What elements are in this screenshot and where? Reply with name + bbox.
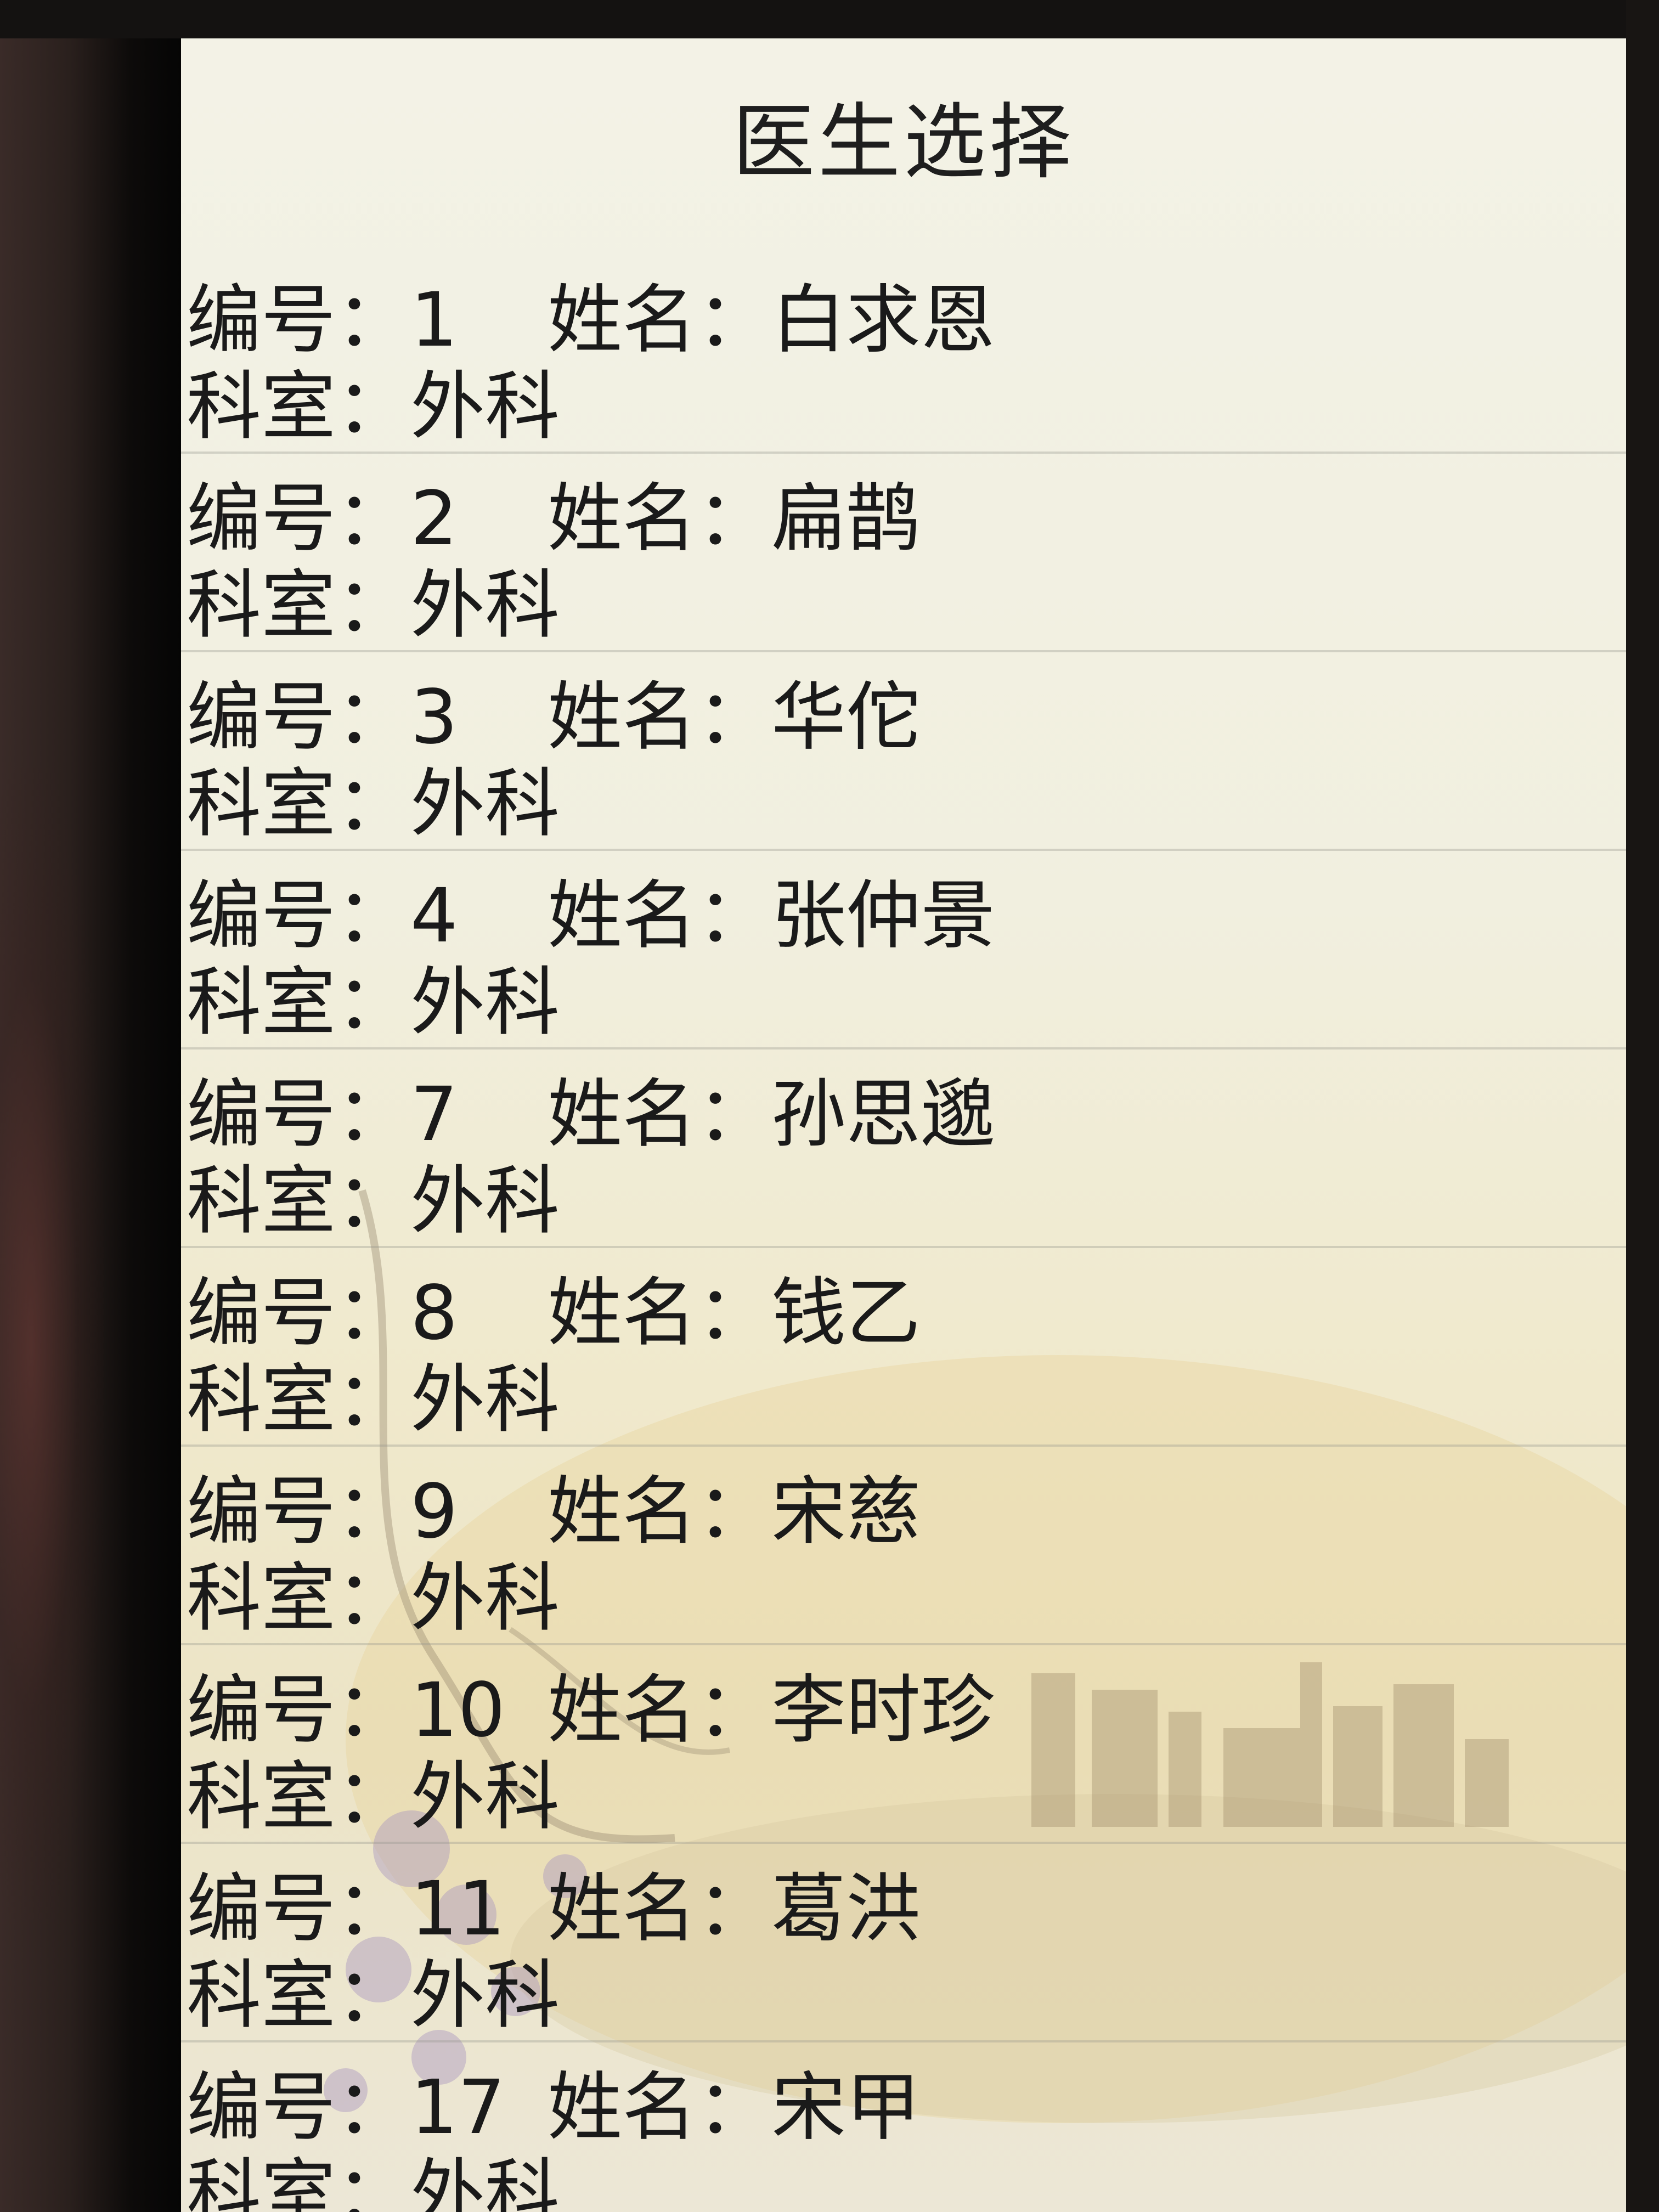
department-label: 科室： [187, 1555, 410, 1642]
doctor-name: 宋甲 [771, 2064, 921, 2151]
doctor-list: 编号：1 姓名：白求恩 科室：外科 编号：2 姓名：扁鹊 科室：外科 编号：3 姓名：… [181, 255, 1626, 2212]
doctor-department: 外科 [410, 562, 560, 649]
id-label: 编号： [187, 1667, 410, 1754]
id-label: 编号： [187, 277, 410, 364]
doctor-department-line: 科室：外科 [187, 1555, 1626, 1642]
doctor-id-name-line: 编号：9 姓名：宋慈 [187, 1469, 1626, 1555]
department-label: 科室： [187, 364, 410, 450]
doctor-id-name-line: 编号：10 姓名：李时珍 [187, 1667, 1626, 1754]
doctor-id-name-line: 编号：3 姓名：华佗 [187, 674, 1626, 761]
department-label: 科室： [187, 1754, 410, 1841]
id-label: 编号： [187, 476, 410, 562]
doctor-id: 2 [410, 476, 458, 562]
doctor-id-name-line: 编号：17 姓名：宋甲 [187, 2064, 1626, 2151]
doctor-list-item[interactable]: 编号：8 姓名：钱乙 科室：外科 [181, 1248, 1626, 1447]
id-label: 编号： [187, 873, 410, 960]
doctor-department: 外科 [410, 364, 560, 450]
id-label: 编号： [187, 1866, 410, 1953]
page-title: 医生选择 [732, 95, 1075, 190]
doctor-id: 11 [410, 1866, 506, 1953]
department-label: 科室： [187, 1357, 410, 1443]
name-label: 姓名： [548, 674, 771, 761]
doctor-name: 张仲景 [771, 873, 995, 960]
doctor-id-name-line: 编号：2 姓名：扁鹊 [187, 476, 1626, 562]
doctor-department: 外科 [410, 1357, 560, 1443]
name-label: 姓名： [548, 1667, 771, 1754]
doctor-department-line: 科室：外科 [187, 761, 1626, 848]
doctor-department-line: 科室：外科 [187, 562, 1626, 649]
name-label: 姓名： [548, 873, 771, 960]
department-label: 科室： [187, 761, 410, 848]
name-label: 姓名： [548, 476, 771, 562]
doctor-list-item[interactable]: 编号：17 姓名：宋甲 科室：外科 [181, 2042, 1626, 2212]
name-label: 姓名： [548, 2064, 771, 2151]
doctor-id: 17 [410, 2064, 506, 2151]
id-label: 编号： [187, 1071, 410, 1158]
doctor-id: 10 [410, 1667, 506, 1754]
name-label: 姓名： [548, 1071, 771, 1158]
doctor-list-item[interactable]: 编号：2 姓名：扁鹊 科室：外科 [181, 454, 1626, 652]
doctor-name: 钱乙 [771, 1270, 921, 1357]
doctor-department-line: 科室：外科 [187, 1754, 1626, 1841]
name-label: 姓名： [548, 1469, 771, 1555]
doctor-name: 扁鹊 [771, 476, 921, 562]
doctor-list-item[interactable]: 编号：9 姓名：宋慈 科室：外科 [181, 1447, 1626, 1645]
id-label: 编号： [187, 2064, 410, 2151]
doctor-department-line: 科室：外科 [187, 1357, 1626, 1443]
app-screen: 医生选择 编号：1 姓名：白求恩 科室：外科 编号：2 姓名：扁鹊 科室：外科 编号… [181, 38, 1626, 2212]
doctor-department: 外科 [410, 1555, 560, 1642]
doctor-name: 华佗 [771, 674, 921, 761]
doctor-department: 外科 [410, 1953, 560, 2039]
doctor-id-name-line: 编号：1 姓名：白求恩 [187, 277, 1626, 364]
department-label: 科室： [187, 2151, 410, 2212]
doctor-id: 4 [410, 873, 458, 960]
doctor-id: 1 [410, 277, 458, 364]
doctor-name: 李时珍 [771, 1667, 995, 1754]
doctor-department: 外科 [410, 960, 560, 1046]
device-right-edge [1626, 0, 1659, 2212]
doctor-list-item[interactable]: 编号：3 姓名：华佗 科室：外科 [181, 652, 1626, 851]
id-label: 编号： [187, 1270, 410, 1357]
doctor-department-line: 科室：外科 [187, 2151, 1626, 2212]
doctor-name: 葛洪 [771, 1866, 921, 1953]
doctor-list-item[interactable]: 编号：10 姓名：李时珍 科室：外科 [181, 1645, 1626, 1844]
doctor-list-item[interactable]: 编号：7 姓名：孙思邈 科室：外科 [181, 1049, 1626, 1248]
device-left-edge [0, 0, 181, 2212]
doctor-name: 孙思邈 [771, 1071, 995, 1158]
doctor-list-item[interactable]: 编号：1 姓名：白求恩 科室：外科 [181, 255, 1626, 454]
doctor-department: 外科 [410, 1754, 560, 1841]
doctor-department-line: 科室：外科 [187, 1953, 1626, 2039]
doctor-id: 7 [410, 1071, 458, 1158]
name-label: 姓名： [548, 1270, 771, 1357]
doctor-id: 3 [410, 674, 458, 761]
device-top-edge [0, 0, 1659, 38]
doctor-id-name-line: 编号：11 姓名：葛洪 [187, 1866, 1626, 1953]
doctor-department-line: 科室：外科 [187, 364, 1626, 450]
department-label: 科室： [187, 562, 410, 649]
id-label: 编号： [187, 674, 410, 761]
doctor-id-name-line: 编号：8 姓名：钱乙 [187, 1270, 1626, 1357]
department-label: 科室： [187, 1158, 410, 1245]
department-label: 科室： [187, 1953, 410, 2039]
doctor-id: 9 [410, 1469, 458, 1555]
department-label: 科室： [187, 960, 410, 1046]
doctor-department: 外科 [410, 2151, 560, 2212]
doctor-name: 宋慈 [771, 1469, 921, 1555]
doctor-department-line: 科室：外科 [187, 1158, 1626, 1245]
doctor-department: 外科 [410, 1158, 560, 1245]
doctor-list-item[interactable]: 编号：11 姓名：葛洪 科室：外科 [181, 1844, 1626, 2042]
doctor-id-name-line: 编号：4 姓名：张仲景 [187, 873, 1626, 960]
doctor-id-name-line: 编号：7 姓名：孙思邈 [187, 1071, 1626, 1158]
doctor-list-item[interactable]: 编号：4 姓名：张仲景 科室：外科 [181, 851, 1626, 1049]
doctor-department: 外科 [410, 761, 560, 848]
doctor-id: 8 [410, 1270, 458, 1357]
doctor-department-line: 科室：外科 [187, 960, 1626, 1046]
name-label: 姓名： [548, 277, 771, 364]
id-label: 编号： [187, 1469, 410, 1555]
doctor-name: 白求恩 [771, 277, 995, 364]
name-label: 姓名： [548, 1866, 771, 1953]
